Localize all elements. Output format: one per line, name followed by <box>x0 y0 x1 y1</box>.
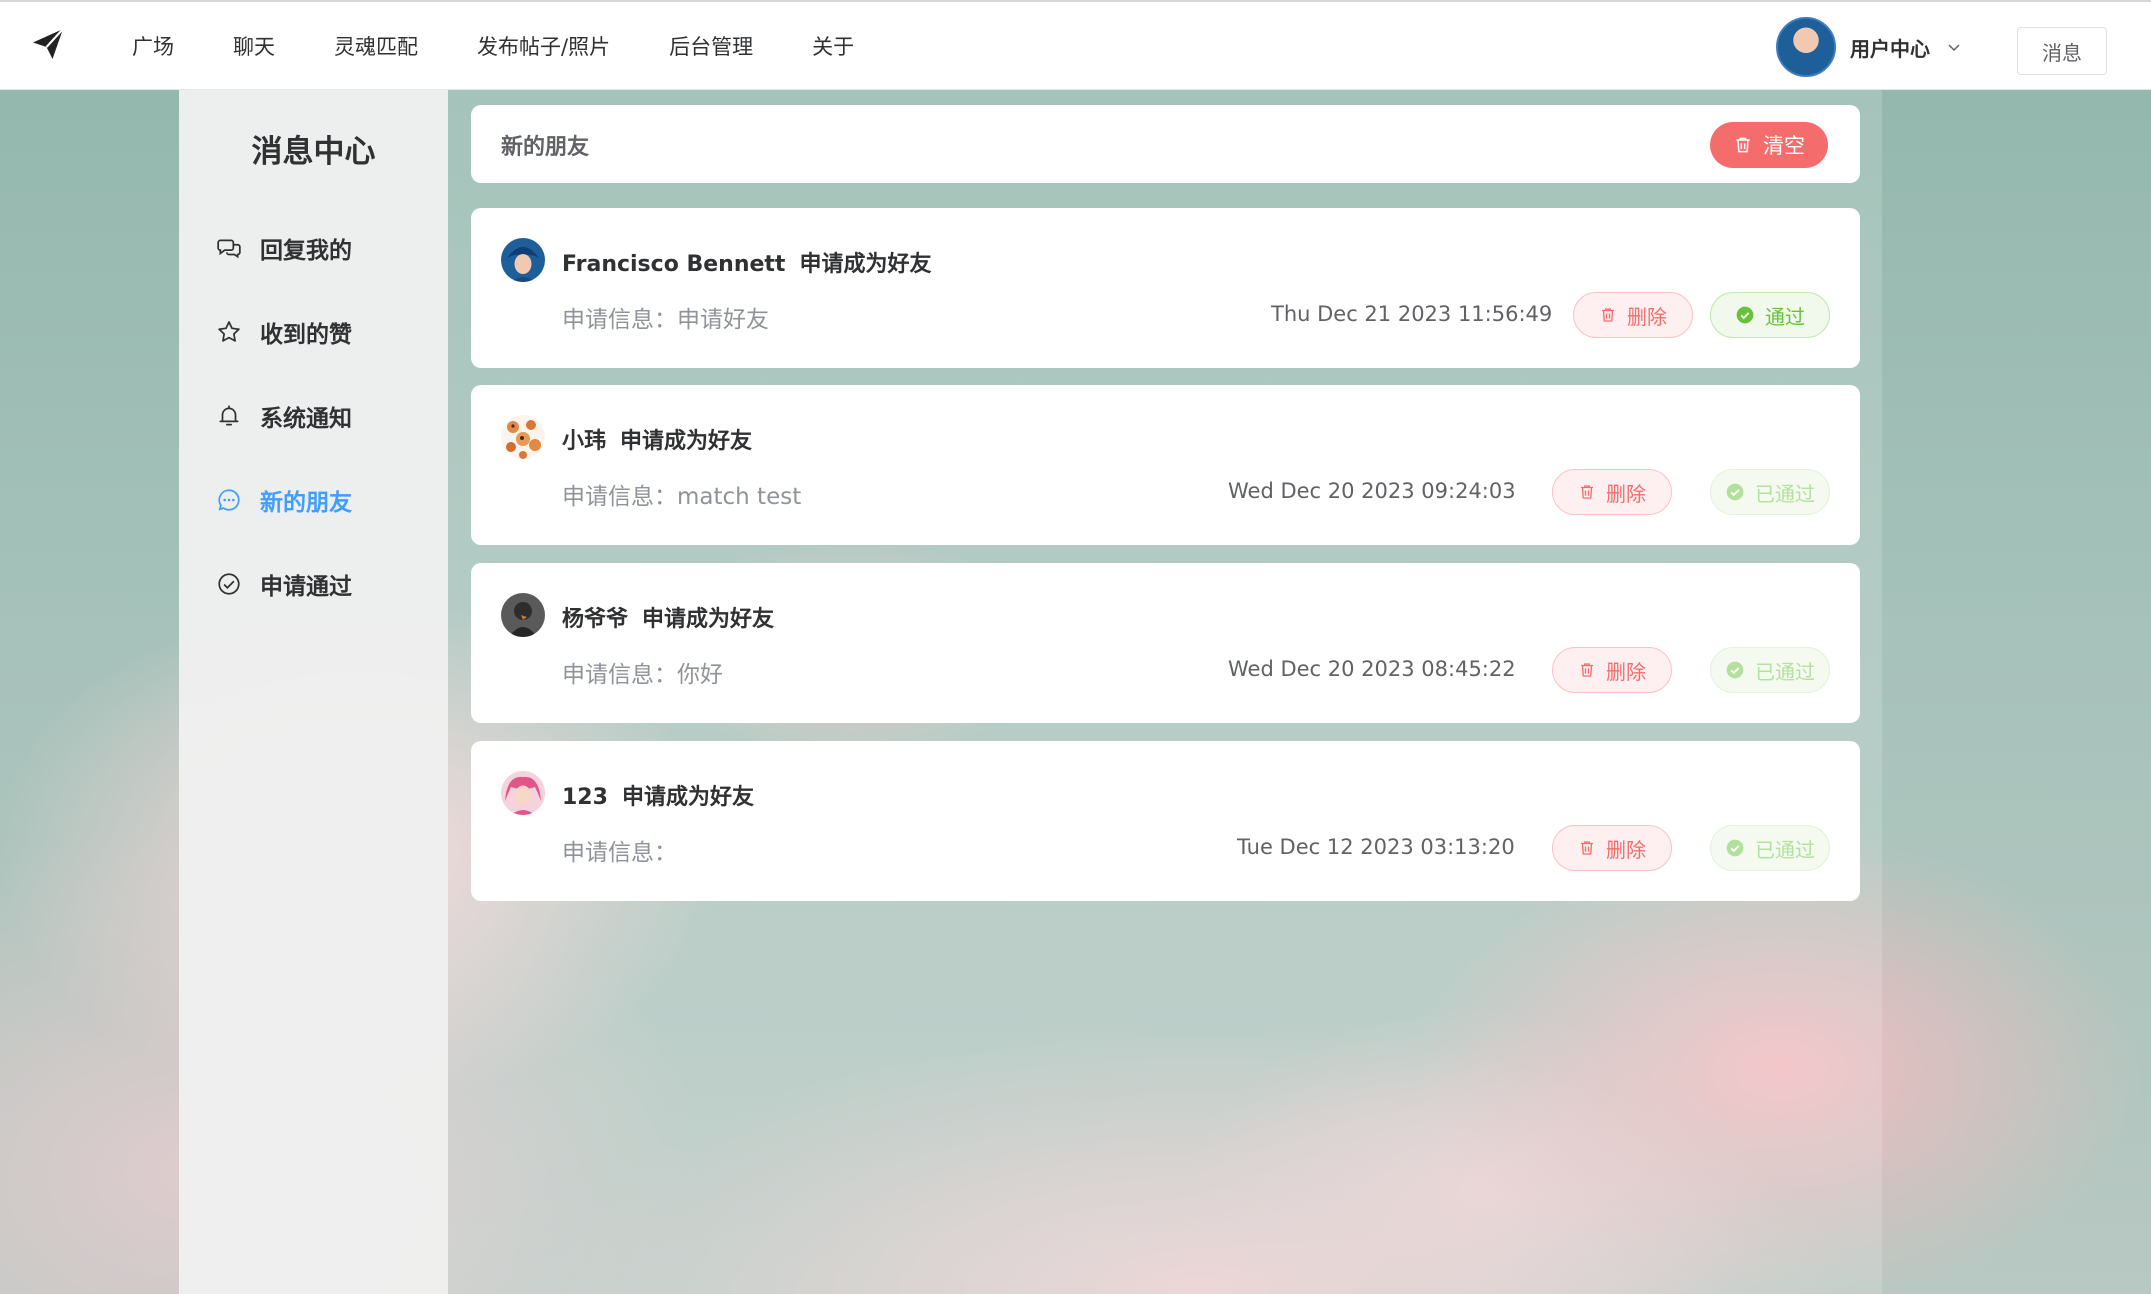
friend-request-card: 123 申请成为好友 申请信息： Tue Dec 12 2023 03:13:20… <box>471 741 1860 901</box>
check-circle-icon <box>1726 661 1744 679</box>
request-time: Wed Dec 20 2023 08:45:22 <box>1228 657 1516 681</box>
nav-item-soul-match[interactable]: 灵魂匹配 <box>334 31 418 61</box>
request-message: 申请信息：match test <box>562 484 802 510</box>
friend-request-card: Francisco Bennett 申请成为好友 申请信息：申请好友 Thu De… <box>471 208 1860 368</box>
sidebar-item-notifications[interactable]: 系统通知 <box>216 396 352 436</box>
avatar[interactable] <box>501 415 545 459</box>
chevron-down-icon <box>1948 44 1960 52</box>
avatar[interactable] <box>501 771 545 815</box>
request-time: Wed Dec 20 2023 09:24:03 <box>1228 479 1516 503</box>
requester-name: 小玮 <box>562 429 607 454</box>
approve-button[interactable]: 通过 <box>1710 292 1830 338</box>
request-message: 申请信息： <box>562 840 677 866</box>
request-title: 小玮 申请成为好友 <box>562 423 752 455</box>
sidebar-item-label: 申请通过 <box>260 574 352 600</box>
nav-item-publish[interactable]: 发布帖子/照片 <box>477 31 610 61</box>
message-sidebar: 消息中心 回复我的 收到的赞 系统通知 新的朋友 申请通过 <box>179 90 448 1294</box>
delete-label: 删除 <box>1606 837 1646 862</box>
trash-icon <box>1581 841 1593 855</box>
page-title: 新的朋友 <box>501 135 590 160</box>
nav-item-square[interactable]: 广场 <box>132 31 174 61</box>
approve-label: 通过 <box>1765 304 1805 329</box>
star-icon <box>218 321 240 342</box>
delete-button[interactable]: 删除 <box>1552 825 1672 871</box>
delete-button[interactable]: 删除 <box>1552 647 1672 693</box>
check-circle-icon <box>1736 306 1754 324</box>
check-circle-icon <box>1726 839 1744 857</box>
check-circle-icon <box>1726 483 1744 501</box>
sidebar-item-approved[interactable]: 申请通过 <box>216 564 352 604</box>
sidebar-item-label: 系统通知 <box>260 406 352 432</box>
section-header: 新的朋友 清空 <box>471 105 1860 183</box>
friend-request-card: 杨爷爷 申请成为好友 申请信息：你好 Wed Dec 20 2023 08:45:… <box>471 563 1860 723</box>
avatar[interactable] <box>501 593 545 637</box>
user-center-dropdown[interactable]: 用户中心 <box>1776 16 1962 78</box>
trash-icon <box>1581 663 1593 677</box>
sidebar-item-replies[interactable]: 回复我的 <box>216 228 352 268</box>
nav-menu: 广场 聊天 灵魂匹配 发布帖子/照片 后台管理 关于 <box>132 2 913 90</box>
request-time: Thu Dec 21 2023 11:56:49 <box>1271 302 1553 326</box>
sidebar-item-label: 收到的赞 <box>260 322 352 348</box>
trash-icon <box>1602 308 1614 322</box>
sidebar-item-new-friends[interactable]: 新的朋友 <box>216 480 352 520</box>
delete-button[interactable]: 删除 <box>1573 292 1693 338</box>
clear-label: 清空 <box>1763 134 1805 158</box>
friend-request-card: 小玮 申请成为好友 申请信息：match test Wed Dec 20 2023… <box>471 385 1860 545</box>
requester-name: 123 <box>562 785 608 810</box>
request-message: 申请信息：你好 <box>562 662 723 688</box>
requester-name: 杨爷爷 <box>562 607 629 632</box>
nav-item-chat[interactable]: 聊天 <box>233 31 275 61</box>
request-message: 申请信息：申请好友 <box>562 307 769 333</box>
request-title: 杨爷爷 申请成为好友 <box>562 601 774 633</box>
request-action: 申请成为好友 <box>621 785 754 810</box>
nav-item-admin[interactable]: 后台管理 <box>669 31 753 61</box>
user-center-label: 用户中心 <box>1850 36 1930 61</box>
trash-icon <box>1736 137 1750 153</box>
sidebar-item-likes[interactable]: 收到的赞 <box>216 312 352 352</box>
request-action: 申请成为好友 <box>799 252 932 277</box>
chat-dots-icon <box>218 489 240 511</box>
check-circle-icon <box>218 573 240 595</box>
approved-label: 已通过 <box>1755 659 1815 684</box>
delete-label: 删除 <box>1627 304 1667 329</box>
delete-button[interactable]: 删除 <box>1552 469 1672 515</box>
approved-button[interactable]: 已通过 <box>1710 647 1830 693</box>
request-action: 申请成为好友 <box>620 429 753 454</box>
approved-label: 已通过 <box>1755 481 1815 506</box>
delete-label: 删除 <box>1606 481 1646 506</box>
nav-item-about[interactable]: 关于 <box>812 31 854 61</box>
request-action: 申请成为好友 <box>642 607 775 632</box>
approved-button[interactable]: 已通过 <box>1710 825 1830 871</box>
approved-button[interactable]: 已通过 <box>1710 469 1830 515</box>
chat-bubbles-icon <box>217 239 241 259</box>
sidebar-item-label: 新的朋友 <box>260 490 352 516</box>
message-button[interactable]: 消息 <box>2017 27 2107 75</box>
avatar[interactable] <box>501 238 545 282</box>
clear-button[interactable]: 清空 <box>1710 122 1828 168</box>
sidebar-item-label: 回复我的 <box>260 238 352 264</box>
paper-plane-logo-icon[interactable] <box>30 26 66 62</box>
sidebar-title: 消息中心 <box>251 134 376 170</box>
request-title: Francisco Bennett 申请成为好友 <box>562 246 931 278</box>
request-title: 123 申请成为好友 <box>562 779 754 811</box>
approved-label: 已通过 <box>1755 837 1815 862</box>
trash-icon <box>1581 485 1593 499</box>
avatar[interactable] <box>1776 17 1836 77</box>
requester-name: Francisco Bennett <box>562 252 786 277</box>
delete-label: 删除 <box>1606 659 1646 684</box>
top-navbar: 广场 聊天 灵魂匹配 发布帖子/照片 后台管理 关于 用户中心 消息 <box>0 0 2151 90</box>
request-time: Tue Dec 12 2023 03:13:20 <box>1237 835 1515 859</box>
bell-icon <box>219 405 239 426</box>
